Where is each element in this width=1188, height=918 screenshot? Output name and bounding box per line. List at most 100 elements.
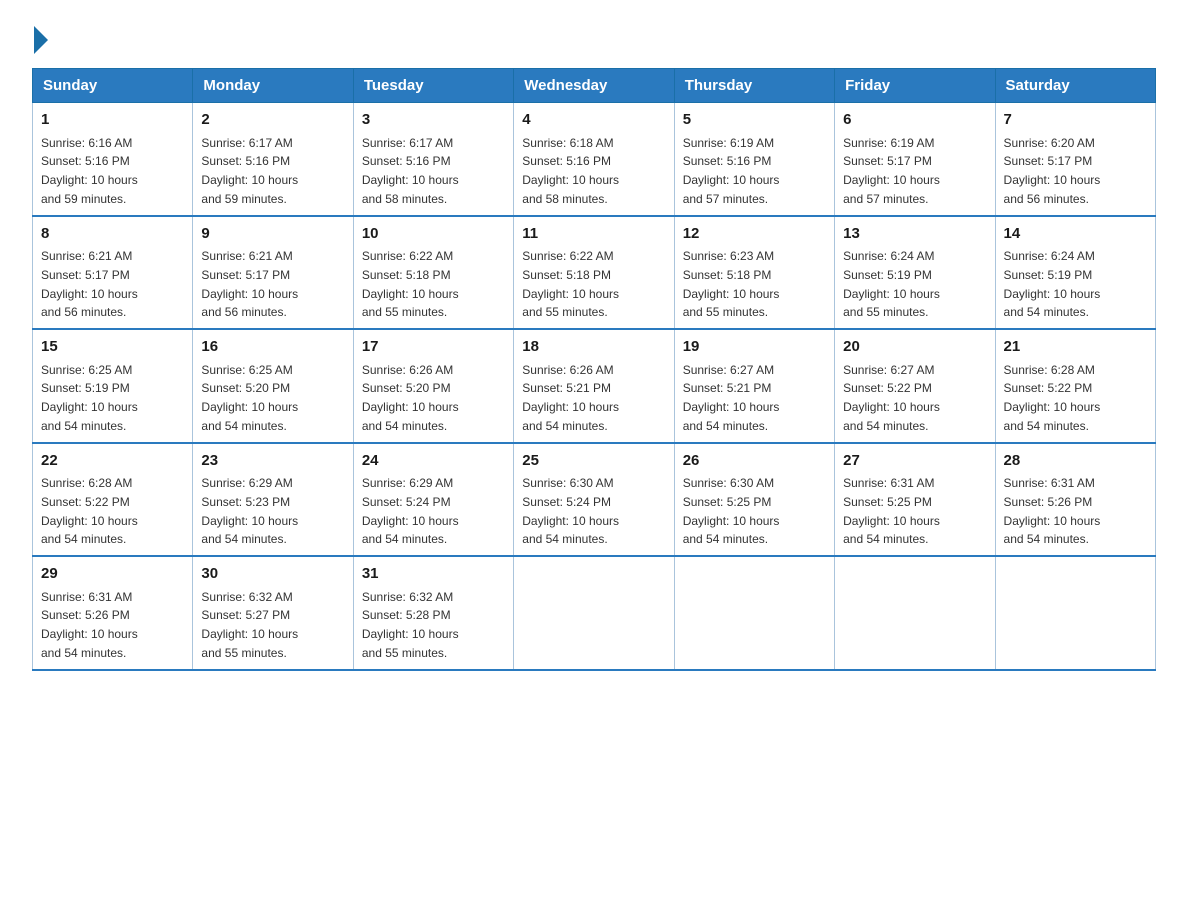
- logo-triangle-icon: [34, 26, 48, 54]
- calendar-cell: [995, 556, 1155, 670]
- day-info: Sunrise: 6:21 AMSunset: 5:17 PMDaylight:…: [201, 249, 298, 319]
- day-number: 9: [201, 223, 344, 246]
- calendar-cell: 26 Sunrise: 6:30 AMSunset: 5:25 PMDayligh…: [674, 443, 834, 557]
- header-sunday: Sunday: [33, 69, 193, 103]
- day-info: Sunrise: 6:22 AMSunset: 5:18 PMDaylight:…: [522, 249, 619, 319]
- day-number: 22: [41, 450, 184, 473]
- calendar-cell: 15 Sunrise: 6:25 AMSunset: 5:19 PMDayligh…: [33, 329, 193, 443]
- day-info: Sunrise: 6:28 AMSunset: 5:22 PMDaylight:…: [41, 476, 138, 546]
- header-thursday: Thursday: [674, 69, 834, 103]
- day-number: 12: [683, 223, 826, 246]
- day-number: 7: [1004, 109, 1147, 132]
- calendar-body: 1Sunrise: 6:16 AMSunset: 5:16 PMDaylight…: [33, 103, 1156, 670]
- calendar-cell: 4 Sunrise: 6:18 AMSunset: 5:16 PMDaylight…: [514, 103, 674, 216]
- calendar-cell: 9 Sunrise: 6:21 AMSunset: 5:17 PMDaylight…: [193, 216, 353, 330]
- day-number: 15: [41, 336, 184, 359]
- day-info: Sunrise: 6:17 AMSunset: 5:16 PMDaylight:…: [201, 136, 298, 206]
- day-info: Sunrise: 6:27 AMSunset: 5:21 PMDaylight:…: [683, 363, 780, 433]
- calendar-cell: 5 Sunrise: 6:19 AMSunset: 5:16 PMDaylight…: [674, 103, 834, 216]
- calendar-cell: [835, 556, 995, 670]
- calendar-cell: 28 Sunrise: 6:31 AMSunset: 5:26 PMDayligh…: [995, 443, 1155, 557]
- calendar-cell: 16 Sunrise: 6:25 AMSunset: 5:20 PMDayligh…: [193, 329, 353, 443]
- day-info: Sunrise: 6:25 AMSunset: 5:20 PMDaylight:…: [201, 363, 298, 433]
- day-number: 31: [362, 563, 505, 586]
- day-number: 16: [201, 336, 344, 359]
- calendar-cell: 24 Sunrise: 6:29 AMSunset: 5:24 PMDayligh…: [353, 443, 513, 557]
- calendar-cell: 8Sunrise: 6:21 AMSunset: 5:17 PMDaylight…: [33, 216, 193, 330]
- day-number: 21: [1004, 336, 1147, 359]
- day-number: 23: [201, 450, 344, 473]
- day-info: Sunrise: 6:31 AMSunset: 5:25 PMDaylight:…: [843, 476, 940, 546]
- day-number: 30: [201, 563, 344, 586]
- day-number: 3: [362, 109, 505, 132]
- day-info: Sunrise: 6:29 AMSunset: 5:24 PMDaylight:…: [362, 476, 459, 546]
- day-info: Sunrise: 6:21 AMSunset: 5:17 PMDaylight:…: [41, 249, 138, 319]
- day-info: Sunrise: 6:23 AMSunset: 5:18 PMDaylight:…: [683, 249, 780, 319]
- day-info: Sunrise: 6:18 AMSunset: 5:16 PMDaylight:…: [522, 136, 619, 206]
- day-number: 4: [522, 109, 665, 132]
- calendar-cell: 19 Sunrise: 6:27 AMSunset: 5:21 PMDayligh…: [674, 329, 834, 443]
- day-info: Sunrise: 6:24 AMSunset: 5:19 PMDaylight:…: [843, 249, 940, 319]
- calendar-cell: [674, 556, 834, 670]
- calendar-cell: 25 Sunrise: 6:30 AMSunset: 5:24 PMDayligh…: [514, 443, 674, 557]
- calendar-header: SundayMondayTuesdayWednesdayThursdayFrid…: [33, 69, 1156, 103]
- day-number: 10: [362, 223, 505, 246]
- day-info: Sunrise: 6:32 AMSunset: 5:27 PMDaylight:…: [201, 590, 298, 660]
- calendar-cell: 17Sunrise: 6:26 AMSunset: 5:20 PMDayligh…: [353, 329, 513, 443]
- day-info: Sunrise: 6:26 AMSunset: 5:21 PMDaylight:…: [522, 363, 619, 433]
- day-info: Sunrise: 6:31 AMSunset: 5:26 PMDaylight:…: [41, 590, 138, 660]
- calendar-cell: 1Sunrise: 6:16 AMSunset: 5:16 PMDaylight…: [33, 103, 193, 216]
- calendar-cell: 7Sunrise: 6:20 AMSunset: 5:17 PMDaylight…: [995, 103, 1155, 216]
- header-tuesday: Tuesday: [353, 69, 513, 103]
- calendar-week-4: 22 Sunrise: 6:28 AMSunset: 5:22 PMDayligh…: [33, 443, 1156, 557]
- day-number: 5: [683, 109, 826, 132]
- day-info: Sunrise: 6:30 AMSunset: 5:24 PMDaylight:…: [522, 476, 619, 546]
- day-info: Sunrise: 6:32 AMSunset: 5:28 PMDaylight:…: [362, 590, 459, 660]
- calendar-cell: 14Sunrise: 6:24 AMSunset: 5:19 PMDayligh…: [995, 216, 1155, 330]
- day-number: 6: [843, 109, 986, 132]
- calendar-cell: 11 Sunrise: 6:22 AMSunset: 5:18 PMDayligh…: [514, 216, 674, 330]
- header-monday: Monday: [193, 69, 353, 103]
- calendar-week-1: 1Sunrise: 6:16 AMSunset: 5:16 PMDaylight…: [33, 103, 1156, 216]
- day-info: Sunrise: 6:22 AMSunset: 5:18 PMDaylight:…: [362, 249, 459, 319]
- calendar-cell: 12 Sunrise: 6:23 AMSunset: 5:18 PMDayligh…: [674, 216, 834, 330]
- day-info: Sunrise: 6:24 AMSunset: 5:19 PMDaylight:…: [1004, 249, 1101, 319]
- day-number: 11: [522, 223, 665, 246]
- day-info: Sunrise: 6:30 AMSunset: 5:25 PMDaylight:…: [683, 476, 780, 546]
- calendar-week-3: 15 Sunrise: 6:25 AMSunset: 5:19 PMDayligh…: [33, 329, 1156, 443]
- header-wednesday: Wednesday: [514, 69, 674, 103]
- day-info: Sunrise: 6:26 AMSunset: 5:20 PMDaylight:…: [362, 363, 459, 433]
- calendar-cell: [514, 556, 674, 670]
- day-number: 29: [41, 563, 184, 586]
- day-number: 25: [522, 450, 665, 473]
- day-number: 19: [683, 336, 826, 359]
- calendar-table: SundayMondayTuesdayWednesdayThursdayFrid…: [32, 68, 1156, 671]
- day-number: 13: [843, 223, 986, 246]
- day-info: Sunrise: 6:19 AMSunset: 5:16 PMDaylight:…: [683, 136, 780, 206]
- calendar-week-5: 29 Sunrise: 6:31 AMSunset: 5:26 PMDayligh…: [33, 556, 1156, 670]
- day-info: Sunrise: 6:29 AMSunset: 5:23 PMDaylight:…: [201, 476, 298, 546]
- day-number: 27: [843, 450, 986, 473]
- day-info: Sunrise: 6:25 AMSunset: 5:19 PMDaylight:…: [41, 363, 138, 433]
- calendar-cell: 18 Sunrise: 6:26 AMSunset: 5:21 PMDayligh…: [514, 329, 674, 443]
- day-number: 18: [522, 336, 665, 359]
- day-info: Sunrise: 6:31 AMSunset: 5:26 PMDaylight:…: [1004, 476, 1101, 546]
- calendar-cell: 23 Sunrise: 6:29 AMSunset: 5:23 PMDayligh…: [193, 443, 353, 557]
- day-number: 24: [362, 450, 505, 473]
- calendar-cell: 2 Sunrise: 6:17 AMSunset: 5:16 PMDaylight…: [193, 103, 353, 216]
- calendar-cell: 27 Sunrise: 6:31 AMSunset: 5:25 PMDayligh…: [835, 443, 995, 557]
- day-info: Sunrise: 6:16 AMSunset: 5:16 PMDaylight:…: [41, 136, 138, 206]
- calendar-cell: 6 Sunrise: 6:19 AMSunset: 5:17 PMDaylight…: [835, 103, 995, 216]
- day-number: 26: [683, 450, 826, 473]
- calendar-cell: 29 Sunrise: 6:31 AMSunset: 5:26 PMDayligh…: [33, 556, 193, 670]
- calendar-cell: 31 Sunrise: 6:32 AMSunset: 5:28 PMDayligh…: [353, 556, 513, 670]
- calendar-cell: 13 Sunrise: 6:24 AMSunset: 5:19 PMDayligh…: [835, 216, 995, 330]
- header-saturday: Saturday: [995, 69, 1155, 103]
- calendar-week-2: 8Sunrise: 6:21 AMSunset: 5:17 PMDaylight…: [33, 216, 1156, 330]
- calendar-cell: 30 Sunrise: 6:32 AMSunset: 5:27 PMDayligh…: [193, 556, 353, 670]
- logo: [32, 24, 48, 50]
- day-number: 28: [1004, 450, 1147, 473]
- day-number: 2: [201, 109, 344, 132]
- day-info: Sunrise: 6:19 AMSunset: 5:17 PMDaylight:…: [843, 136, 940, 206]
- calendar-cell: 21Sunrise: 6:28 AMSunset: 5:22 PMDayligh…: [995, 329, 1155, 443]
